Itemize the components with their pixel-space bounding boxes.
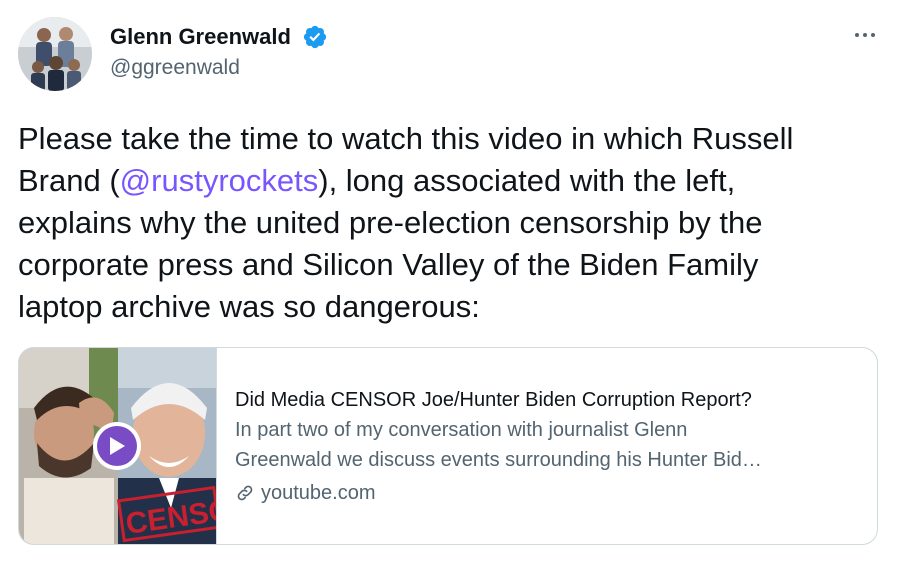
tweet-text-line: Please take the time to watch this video… xyxy=(18,121,794,156)
card-domain: youtube.com xyxy=(235,479,865,507)
mention-link[interactable]: @rustyrockets xyxy=(120,163,319,198)
tweet-text-line: laptop archive was so dangerous: xyxy=(18,289,480,324)
card-description-line: Greenwald we discuss events surrounding … xyxy=(235,449,762,471)
tweet-text-line: corporate press and Silicon Valley of th… xyxy=(18,247,759,282)
tweet-text-segment: ), long associated with the left, xyxy=(318,163,736,198)
card-domain-text: youtube.com xyxy=(261,482,376,504)
tweet-text-segment: Brand ( xyxy=(18,163,120,198)
tweet-text-line: Brand (@rustyrockets), long associated w… xyxy=(18,160,888,202)
avatar-photo xyxy=(18,17,92,91)
play-icon xyxy=(97,426,137,466)
author-handle[interactable]: @ggreenwald xyxy=(110,56,240,80)
card-title: Did Media CENSOR Joe/Hunter Biden Corrup… xyxy=(235,389,752,411)
card-body: Did Media CENSOR Joe/Hunter Biden Corrup… xyxy=(235,385,865,507)
more-options-icon[interactable] xyxy=(848,22,882,48)
link-preview-card[interactable]: CENSO Did Media CENSOR Joe/Hunter Biden … xyxy=(18,347,878,545)
verified-badge-icon xyxy=(303,25,327,49)
tweet: Glenn Greenwald @ggreenwald Please take … xyxy=(0,0,900,564)
card-description: In part two of my conversation with jour… xyxy=(235,415,865,475)
tweet-text-line: explains why the united pre-election cen… xyxy=(18,205,763,240)
avatar[interactable] xyxy=(18,17,92,91)
video-thumbnail[interactable]: CENSO xyxy=(19,348,217,544)
card-description-line: In part two of my conversation with jour… xyxy=(235,419,688,441)
play-button[interactable] xyxy=(93,422,141,470)
tweet-text: Please take the time to watch this video… xyxy=(18,118,888,328)
link-icon xyxy=(237,485,253,501)
author-name[interactable]: Glenn Greenwald xyxy=(110,24,291,50)
